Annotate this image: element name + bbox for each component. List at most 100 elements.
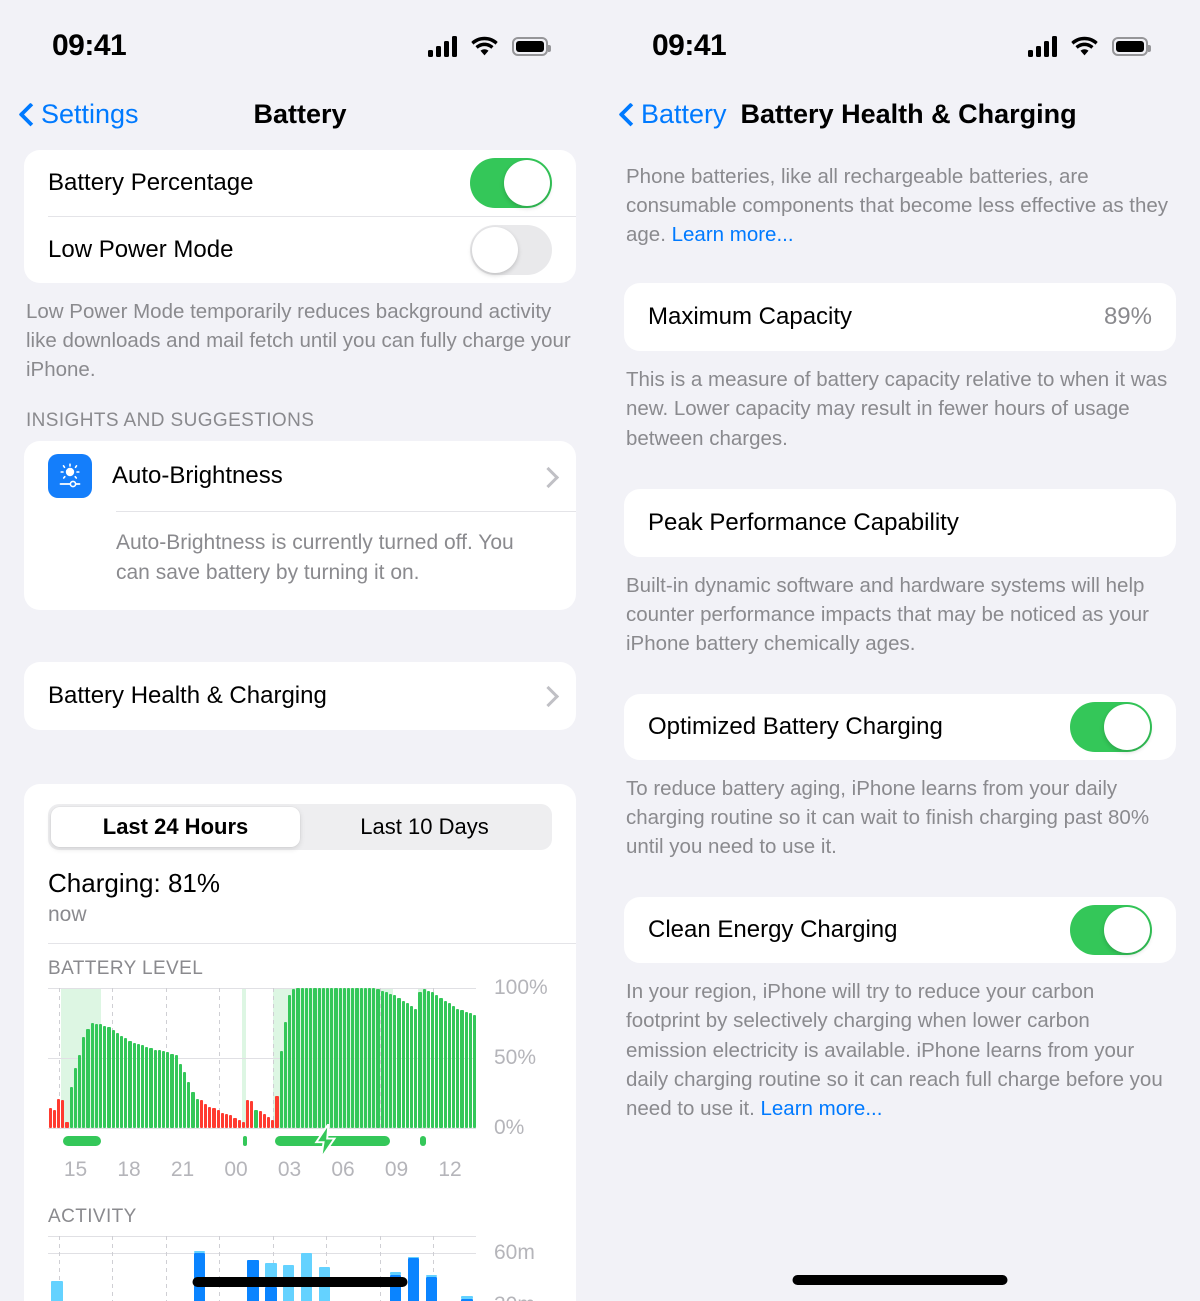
maximum-capacity-value: 89%: [1103, 303, 1152, 331]
maximum-capacity-card: Maximum Capacity 89%: [624, 283, 1176, 352]
activity-bars: [48, 1236, 476, 1301]
charging-period: [420, 1135, 427, 1146]
charging-status-title: Charging: 81%: [48, 867, 220, 898]
y-axis-tick-label: 100%: [494, 975, 548, 999]
row-low-power-mode[interactable]: Low Power Mode: [24, 217, 576, 283]
row-maximum-capacity[interactable]: Maximum Capacity 89%: [624, 283, 1176, 351]
battery-full-icon: [1112, 36, 1151, 56]
battery-usage-card: Last 24 Hours Last 10 Days Charging: 81%…: [24, 783, 576, 1301]
battery-settings-screen: 09:41 Settings Battery Battery Percentag…: [0, 0, 600, 1301]
low-power-mode-toggle[interactable]: [470, 225, 552, 275]
charging-periods-bar: [48, 1123, 476, 1158]
wifi-icon: [471, 36, 498, 56]
battery-level-chart: 15 18 21 00 03 06 09 12 100% 50% 0%: [24, 976, 576, 1192]
maximum-capacity-footnote: This is a measure of battery capacity re…: [626, 368, 1168, 450]
page-title: Battery Health & Charging: [740, 98, 1077, 129]
activity-bar-screen-off: [389, 1271, 402, 1276]
home-indicator[interactable]: [192, 1277, 408, 1287]
optimized-charging-card: Optimized Battery Charging: [624, 693, 1176, 760]
auto-brightness-description: Auto-Brightness is currently turned off.…: [116, 531, 514, 585]
learn-more-link[interactable]: Learn more...: [760, 1097, 882, 1120]
charging-status-subtitle: now: [48, 902, 87, 926]
y-axis-tick-label: 50%: [494, 1045, 537, 1069]
peak-performance-footnote: Built-in dynamic software and hardware s…: [626, 573, 1150, 655]
cellular-signal-icon: [1028, 35, 1057, 57]
peak-performance-card: Peak Performance Capability: [624, 488, 1176, 557]
toggle-knob: [504, 160, 550, 206]
x-axis-tick-label: 06: [331, 1157, 355, 1181]
row-battery-health-charging[interactable]: Battery Health & Charging: [24, 662, 576, 730]
nav-bar: Battery Battery Health & Charging: [600, 78, 1200, 150]
segment-last-24-hours[interactable]: Last 24 Hours: [51, 806, 300, 847]
activity-chart-title: ACTIVITY: [48, 1205, 137, 1227]
row-clean-energy-charging[interactable]: Clean Energy Charging: [624, 897, 1176, 963]
back-button-settings[interactable]: Settings: [20, 99, 139, 130]
back-button-label: Settings: [41, 98, 139, 129]
battery-percentage-toggle[interactable]: [470, 158, 552, 208]
home-indicator[interactable]: [792, 1275, 1008, 1285]
x-axis-tick-label: 09: [384, 1157, 409, 1181]
row-peak-performance-capability[interactable]: Peak Performance Capability: [624, 489, 1176, 557]
row-label: Clean Energy Charging: [648, 916, 898, 944]
battery-intro-footnote: Phone batteries, like all rechargeable b…: [600, 150, 1200, 249]
activity-bar-screen-on: [425, 1277, 438, 1301]
row-label: Maximum Capacity: [648, 303, 853, 331]
activity-chart: 60m 30m: [24, 1235, 576, 1301]
activity-bar-screen-off: [461, 1295, 473, 1300]
segment-last-10-days[interactable]: Last 10 Days: [300, 807, 549, 847]
clean-energy-charging-toggle[interactable]: [1070, 905, 1152, 956]
activity-bar-screen-on: [407, 1258, 420, 1301]
status-bar: 09:41: [0, 0, 600, 78]
row-label: Low Power Mode: [48, 236, 234, 263]
back-button-battery[interactable]: Battery: [620, 99, 727, 130]
row-auto-brightness[interactable]: Auto-Brightness: [24, 441, 576, 511]
chevron-left-icon: [20, 103, 33, 126]
y-axis-tick-label: 0%: [494, 1115, 525, 1139]
optimized-battery-charging-toggle[interactable]: [1070, 701, 1152, 752]
chevron-right-icon: [541, 686, 552, 705]
x-axis-tick-label: 00: [224, 1157, 248, 1181]
battery-toggles-card: Battery Percentage Low Power Mode: [24, 150, 576, 283]
chevron-left-icon: [620, 103, 633, 126]
row-label: Battery Health & Charging: [48, 681, 327, 709]
usage-range-segmented-control[interactable]: Last 24 Hours Last 10 Days: [48, 803, 552, 850]
row-label: Battery Percentage: [48, 169, 254, 196]
status-bar-time: 09:41: [52, 29, 127, 62]
learn-more-link[interactable]: Learn more...: [672, 223, 794, 246]
brightness-icon: [48, 454, 92, 499]
dual-screen-container: 09:41 Settings Battery Battery Percentag…: [0, 0, 1200, 1301]
chevron-right-icon: [541, 467, 552, 486]
toggle-knob: [472, 227, 518, 273]
row-label: Auto-Brightness: [112, 462, 283, 490]
status-bar-icons: [428, 35, 551, 57]
charging-bolt-icon: [314, 1123, 337, 1158]
charging-period: [62, 1135, 102, 1146]
wifi-icon: [1071, 36, 1098, 56]
battery-health-card: Battery Health & Charging: [24, 661, 576, 730]
row-battery-percentage[interactable]: Battery Percentage: [24, 150, 576, 216]
clean-energy-card: Clean Energy Charging: [624, 897, 1176, 964]
toggle-knob: [1104, 907, 1150, 954]
x-axis-tick-label: 18: [117, 1157, 141, 1181]
status-bar: 09:41: [600, 0, 1200, 78]
row-optimized-battery-charging[interactable]: Optimized Battery Charging: [624, 694, 1176, 760]
x-axis-tick-label: 15: [63, 1157, 88, 1181]
clean-energy-footnote: In your region, iPhone will try to reduc…: [600, 963, 1200, 1123]
activity-bar-screen-off: [193, 1251, 206, 1254]
x-axis-tick-label: 21: [170, 1157, 195, 1181]
battery-level-bars: [48, 987, 477, 1128]
low-power-mode-footnote: Low Power Mode temporarily reduces backg…: [26, 300, 571, 382]
toggle-knob: [1104, 703, 1150, 750]
clean-energy-footnote-text: In your region, iPhone will try to reduc…: [626, 980, 1163, 1120]
x-axis-tick-label: 12: [438, 1157, 462, 1181]
row-label: Optimized Battery Charging: [648, 712, 943, 740]
row-label: Peak Performance Capability: [648, 508, 959, 536]
charging-status: Charging: 81% now: [24, 850, 576, 927]
activity-bar-screen-on: [265, 1287, 277, 1301]
activity-bar-screen-off: [51, 1280, 63, 1301]
status-bar-icons: [1028, 35, 1151, 57]
insights-section-header: INSIGHTS AND SUGGESTIONS: [26, 410, 315, 432]
auto-brightness-card: Auto-Brightness Auto-Brightness is curre…: [24, 441, 576, 610]
back-button-label: Battery: [641, 98, 727, 129]
status-bar-time: 09:41: [652, 29, 727, 62]
